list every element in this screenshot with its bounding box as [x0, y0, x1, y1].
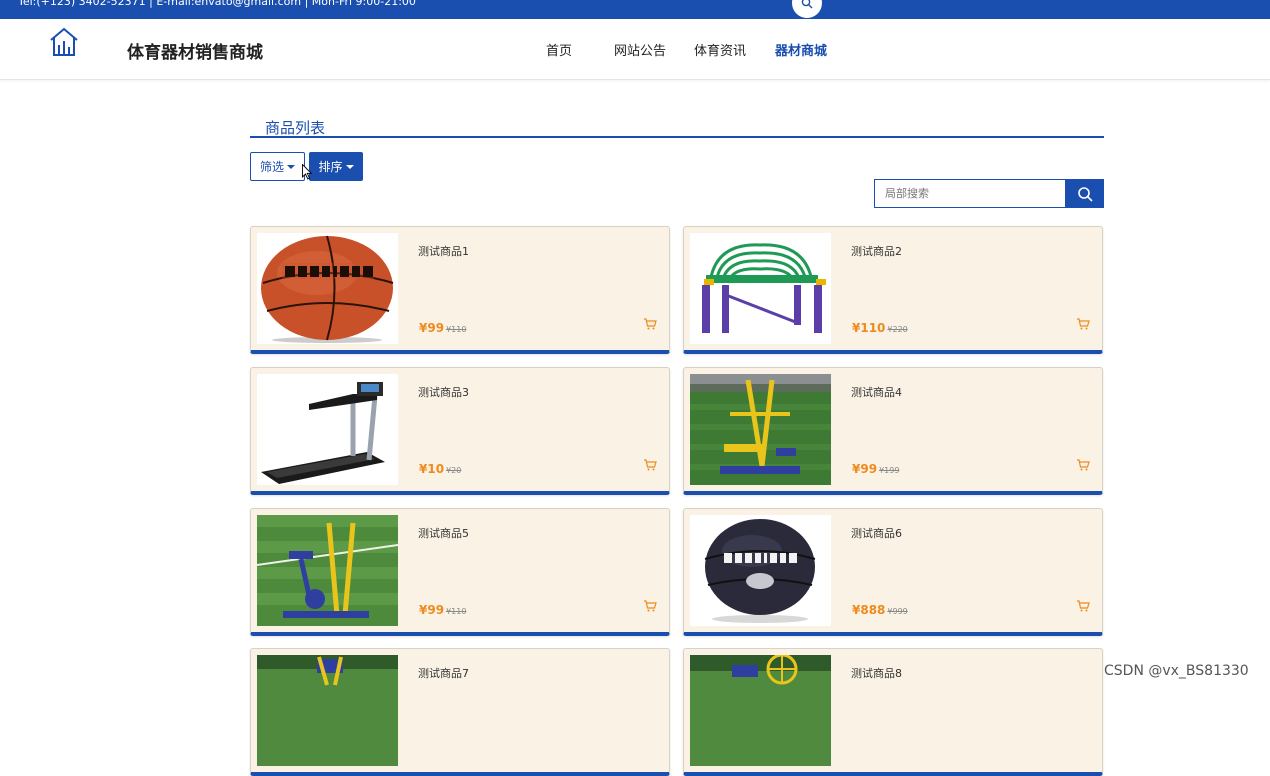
cart-icon[interactable] [643, 317, 657, 331]
original-price: ¥220 [887, 325, 908, 334]
cart-icon[interactable] [643, 458, 657, 472]
product-image-treadmill[interactable] [257, 374, 398, 485]
cart-icon[interactable] [643, 599, 657, 613]
current-price: ¥99 [419, 321, 445, 335]
product-image-outdoor-fitness-green[interactable] [690, 233, 831, 344]
top-search-button[interactable] [792, 0, 822, 18]
product-image-outdoor-bike-yellow[interactable] [257, 515, 398, 626]
top-contact-bar: Tel:(+123) 3402-52371 | E-mail:envato@gm… [0, 0, 1270, 19]
current-price: ¥99 [852, 462, 878, 476]
product-price: ¥99 ¥110 [419, 599, 466, 618]
product-image-outdoor-wheel[interactable] [690, 655, 831, 766]
product-name[interactable]: 测试商品3 [418, 384, 469, 400]
product-name[interactable]: 测试商品6 [851, 525, 902, 541]
sort-label: 排序 [318, 160, 343, 174]
nav-item-news[interactable]: 体育资讯 [694, 40, 746, 59]
sort-dropdown-button[interactable]: 排序 [309, 152, 363, 181]
caret-down-icon [287, 164, 295, 169]
current-price: ¥10 [419, 462, 445, 476]
product-image-basketball-black[interactable] [690, 515, 831, 626]
filter-label: 筛选 [259, 160, 284, 174]
original-price: ¥20 [446, 466, 462, 475]
current-price: ¥110 [852, 321, 886, 335]
product-name[interactable]: 测试商品2 [851, 243, 902, 259]
product-card[interactable]: 测试商品6 ¥888 ¥999 [683, 508, 1103, 636]
current-price: ¥888 [852, 603, 886, 617]
site-header: 体育器材销售商城 首页 网站公告 体育资讯 器材商城 [0, 19, 1270, 80]
product-price: ¥110 ¥220 [852, 317, 908, 336]
product-card[interactable]: 测试商品4 ¥99 ¥199 [683, 367, 1103, 495]
nav-item-shop[interactable]: 器材商城 [775, 40, 827, 59]
search-input[interactable] [874, 179, 1066, 208]
product-card[interactable]: 测试商品1 ¥99 ¥110 [250, 226, 670, 354]
nav-item-home[interactable]: 首页 [546, 40, 572, 59]
product-card[interactable]: 测试商品2 ¥110 ¥220 [683, 226, 1103, 354]
original-price: ¥110 [446, 325, 467, 334]
original-price: ¥110 [446, 607, 467, 616]
mouse-cursor-icon [302, 164, 312, 180]
brand-name: 体育器材销售商城 [127, 43, 263, 63]
current-price: ¥99 [419, 603, 445, 617]
product-name[interactable]: 测试商品4 [851, 384, 902, 400]
product-image-basketball-orange[interactable] [257, 233, 398, 344]
product-card[interactable]: 测试商品8 [683, 648, 1103, 776]
product-name[interactable]: 测试商品8 [851, 665, 902, 681]
product-price: ¥99 ¥110 [419, 317, 466, 336]
contact-info: Tel:(+123) 3402-52371 | E-mail:envato@gm… [18, 0, 416, 8]
product-price: ¥99 ¥199 [852, 458, 899, 477]
product-price: ¥888 ¥999 [852, 599, 908, 618]
original-price: ¥199 [879, 466, 900, 475]
section-title: 商品列表 [265, 119, 326, 137]
search-icon [801, 0, 813, 9]
nav-item-announcements[interactable]: 网站公告 [614, 40, 666, 59]
search-button[interactable] [1065, 179, 1104, 208]
search-icon [1077, 186, 1093, 202]
product-name[interactable]: 测试商品1 [418, 243, 469, 259]
cart-icon[interactable] [1076, 458, 1090, 472]
product-name[interactable]: 测试商品5 [418, 525, 469, 541]
logo-icon[interactable] [48, 26, 80, 58]
filter-dropdown-button[interactable]: 筛选 [250, 152, 305, 181]
product-image-outdoor-equipment-park[interactable] [257, 655, 398, 766]
title-divider [250, 136, 1104, 138]
product-card[interactable]: 测试商品5 ¥99 ¥110 [250, 508, 670, 636]
caret-down-icon [345, 164, 354, 169]
product-card[interactable]: 测试商品7 [250, 648, 670, 776]
product-image-outdoor-walker-yellow[interactable] [690, 374, 831, 485]
cart-icon[interactable] [1076, 317, 1090, 331]
product-price: ¥10 ¥20 [419, 458, 461, 477]
product-card[interactable]: 测试商品3 ¥10 ¥20 [250, 367, 670, 495]
product-name[interactable]: 测试商品7 [418, 665, 469, 681]
watermark-text: CSDN @vx_BS81330 [1104, 663, 1249, 679]
cart-icon[interactable] [1076, 599, 1090, 613]
original-price: ¥999 [887, 607, 908, 616]
